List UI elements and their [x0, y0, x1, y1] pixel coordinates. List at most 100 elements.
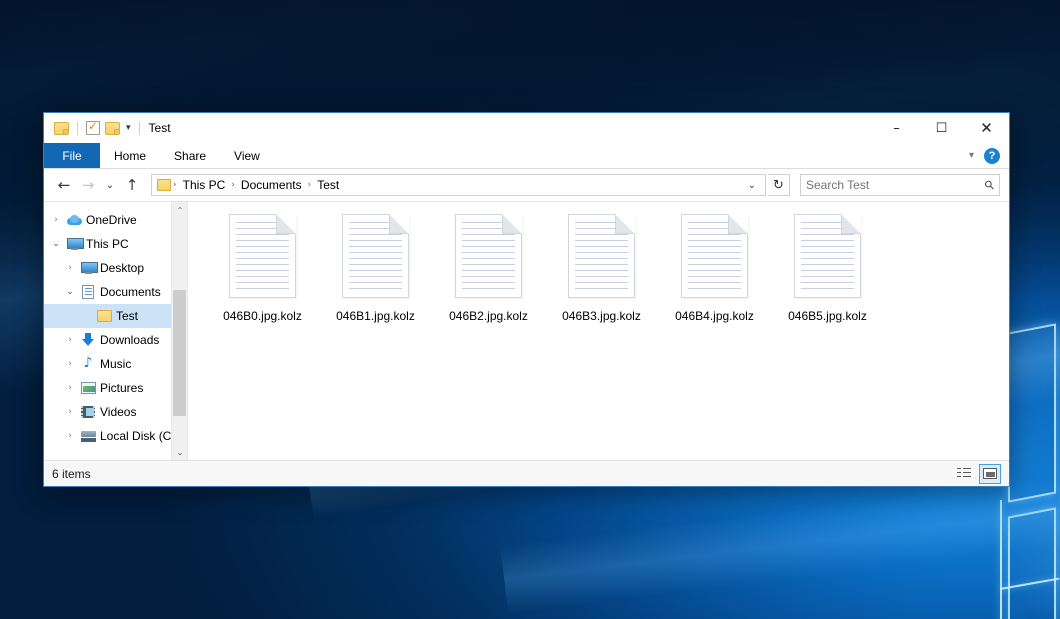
chevron-right-icon[interactable]: › — [62, 407, 78, 417]
tab-file[interactable]: File — [44, 143, 100, 168]
file-item[interactable]: 046B3.jpg.kolz — [545, 214, 658, 323]
search-input[interactable] — [806, 178, 985, 192]
refresh-button[interactable]: ↻ — [768, 174, 790, 196]
up-button[interactable]: ↑ — [121, 174, 143, 196]
details-view-icon — [957, 468, 971, 479]
quick-access-toolbar: ▾ — [54, 121, 143, 135]
picture-icon — [78, 382, 98, 394]
chevron-down-icon[interactable]: ⌄ — [48, 239, 64, 249]
sidebar-item-label: Desktop — [98, 261, 144, 275]
chevron-right-icon[interactable]: › — [62, 359, 78, 369]
ribbon-right-group: ▾ ? — [969, 143, 1009, 168]
tab-view[interactable]: View — [220, 143, 274, 168]
wallpaper-logo-pane — [1008, 507, 1056, 619]
close-button[interactable]: ✕ — [964, 113, 1009, 143]
properties-checkbox-icon[interactable] — [86, 121, 100, 135]
sidebar-item-this-pc[interactable]: ⌄ This PC — [44, 232, 187, 256]
breadcrumb-documents[interactable]: Documents — [237, 178, 306, 192]
file-item[interactable]: 046B5.jpg.kolz — [771, 214, 884, 323]
file-item[interactable]: 046B4.jpg.kolz — [658, 214, 771, 323]
maximize-button[interactable]: ☐ — [919, 113, 964, 143]
tab-share[interactable]: Share — [160, 143, 220, 168]
scrollbar-thumb[interactable] — [173, 290, 186, 416]
forward-button[interactable]: → — [77, 174, 99, 196]
chevron-down-icon[interactable]: ⌄ — [743, 180, 761, 191]
chevron-right-icon[interactable]: › — [62, 383, 78, 393]
generic-document-icon — [568, 214, 635, 298]
sidebar-item-label: Local Disk (C:) — [98, 429, 179, 443]
back-button[interactable]: ← — [53, 174, 75, 196]
monitor-icon — [78, 262, 98, 274]
address-bar[interactable]: › This PC › Documents › Test ⌄ — [151, 174, 766, 196]
file-name-label: 046B1.jpg.kolz — [336, 309, 415, 323]
download-icon — [78, 333, 98, 347]
page-fold-corner — [615, 214, 635, 234]
sidebar-item-label: This PC — [84, 237, 129, 251]
breadcrumb-separator: › — [229, 180, 237, 190]
sidebar-item-local-disk[interactable]: › Local Disk (C:) — [44, 424, 187, 448]
file-item[interactable]: 046B1.jpg.kolz — [319, 214, 432, 323]
scroll-down-arrow-icon[interactable]: ⌄ — [172, 444, 187, 460]
page-fold-corner — [389, 214, 409, 234]
new-folder-icon[interactable] — [105, 122, 120, 135]
sidebar-item-label: Documents — [98, 285, 161, 299]
navigation-bar: ← → ⌄ ↑ › This PC › Documents › Test ⌄ ↻… — [44, 169, 1009, 201]
minimize-button[interactable]: – — [874, 113, 919, 143]
breadcrumb-this-pc[interactable]: This PC — [179, 178, 230, 192]
ribbon-tab-strip: File Home Share View ▾ ? — [44, 143, 1009, 169]
sidebar-item-pictures[interactable]: › Pictures — [44, 376, 187, 400]
item-count-label: 6 items — [52, 467, 91, 481]
large-icons-view-button[interactable] — [979, 464, 1001, 484]
window-controls: – ☐ ✕ — [874, 113, 1009, 143]
sidebar-item-downloads[interactable]: › Downloads — [44, 328, 187, 352]
chevron-right-icon[interactable]: › — [48, 215, 64, 225]
divider — [139, 122, 140, 135]
scroll-up-arrow-icon[interactable]: ⌃ — [172, 202, 187, 218]
tab-home[interactable]: Home — [100, 143, 160, 168]
chevron-down-icon[interactable]: ▾ — [969, 150, 974, 161]
generic-document-icon — [229, 214, 296, 298]
sidebar-item-test[interactable]: Test — [44, 304, 187, 328]
generic-document-icon — [794, 214, 861, 298]
chevron-right-icon[interactable]: › — [62, 263, 78, 273]
file-name-label: 046B0.jpg.kolz — [223, 309, 302, 323]
document-icon — [78, 285, 98, 299]
wallpaper-logo-edge — [1000, 500, 1002, 619]
disk-icon — [78, 430, 98, 442]
chevron-down-icon[interactable]: ⌄ — [62, 287, 78, 297]
details-view-button[interactable] — [953, 464, 975, 484]
sidebar-item-music[interactable]: › ♪ Music — [44, 352, 187, 376]
sidebar-item-label: Test — [114, 309, 138, 323]
page-fold-corner — [276, 214, 296, 234]
chevron-right-icon[interactable]: › — [62, 335, 78, 345]
generic-document-icon — [455, 214, 522, 298]
help-button[interactable]: ? — [984, 148, 1000, 164]
video-icon — [78, 406, 98, 418]
search-box[interactable]: ⚲ — [800, 174, 1000, 196]
sidebar-item-label: Music — [98, 357, 131, 371]
generic-document-icon — [342, 214, 409, 298]
divider — [77, 122, 78, 135]
sidebar-item-desktop[interactable]: › Desktop — [44, 256, 187, 280]
folder-icon[interactable] — [54, 122, 69, 135]
folder-icon — [157, 179, 171, 191]
file-item[interactable]: 046B2.jpg.kolz — [432, 214, 545, 323]
file-explorer-window: ▾ Test – ☐ ✕ File Home Share View ▾ ? ← — [43, 112, 1010, 487]
file-list-pane[interactable]: 046B0.jpg.kolz 046B1.jpg.kolz — [187, 202, 1009, 460]
sidebar-item-documents[interactable]: ⌄ Documents — [44, 280, 187, 304]
monitor-icon — [64, 238, 84, 250]
view-mode-buttons — [953, 464, 1001, 484]
chevron-down-icon[interactable]: ▾ — [126, 124, 131, 133]
generic-document-icon — [681, 214, 748, 298]
recent-locations-button[interactable]: ⌄ — [101, 174, 119, 196]
sidebar-scrollbar[interactable]: ⌃ ⌄ — [171, 202, 187, 460]
file-name-label: 046B3.jpg.kolz — [562, 309, 641, 323]
sidebar-item-onedrive[interactable]: › OneDrive — [44, 208, 187, 232]
file-name-label: 046B2.jpg.kolz — [449, 309, 528, 323]
explorer-body: › OneDrive ⌄ This PC › Desktop ⌄ — [44, 201, 1009, 460]
breadcrumb-test[interactable]: Test — [313, 178, 343, 192]
chevron-right-icon[interactable]: › — [62, 431, 78, 441]
sidebar-item-videos[interactable]: › Videos — [44, 400, 187, 424]
file-item[interactable]: 046B0.jpg.kolz — [206, 214, 319, 323]
page-fold-corner — [841, 214, 861, 234]
